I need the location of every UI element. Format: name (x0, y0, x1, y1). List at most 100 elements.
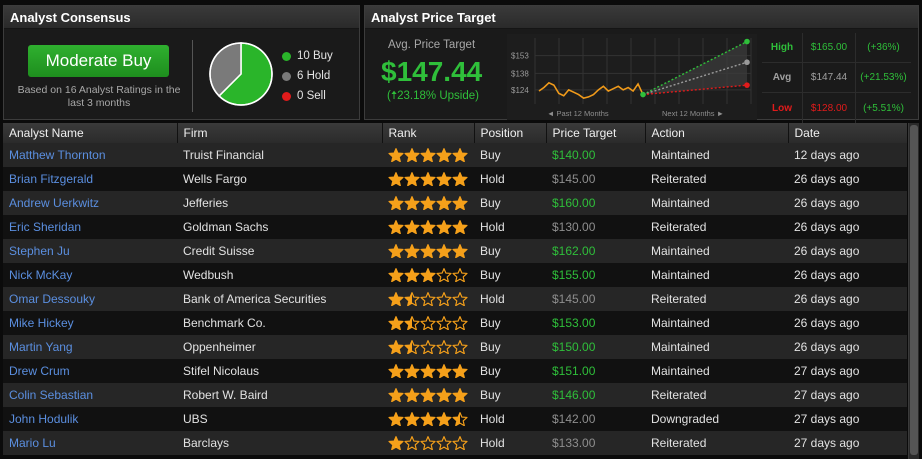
star-rating (388, 239, 474, 263)
star-full-icon (420, 268, 436, 282)
analyst-name-link[interactable]: Colin Sebastian (3, 383, 177, 407)
firm-name: Barclays (183, 436, 230, 450)
analyst-name-link[interactable]: Matthew Thornton (3, 143, 177, 167)
column-header-name[interactable]: Analyst Name (3, 123, 178, 143)
star-full-icon (420, 220, 436, 234)
table-row[interactable]: Matthew Thornton Truist Financial Buy $140.… (3, 143, 907, 167)
table-row[interactable]: Eric Sheridan Goldman Sachs Hold $130.00 Rei… (3, 215, 907, 239)
price-target-row-label: High (770, 42, 794, 53)
analyst-rank-stars (382, 287, 474, 311)
analyst-name-link[interactable]: Omar Dessouky (3, 287, 177, 311)
analyst-name-link[interactable]: Nick McKay (3, 263, 177, 287)
analyst-name-link[interactable]: Brian Fitzgerald (3, 167, 177, 191)
firm-name: Oppenheimer (183, 340, 256, 354)
analyst-name-link[interactable]: Stephen Ju (3, 239, 177, 263)
table-header-row: Analyst Name Firm Rank Position Price Target… (3, 123, 907, 143)
star-full-icon (420, 388, 436, 402)
column-header-action[interactable]: Action (645, 123, 789, 143)
firm-name: Stifel Nicolaus (183, 364, 260, 378)
star-full-icon (436, 244, 452, 258)
table-row[interactable]: Nick McKay Wedbush Buy $155.00 Maintained 26 … (3, 263, 907, 287)
column-header-firm[interactable]: Firm (177, 123, 383, 143)
column-header-position[interactable]: Position (474, 123, 547, 143)
star-half-icon (404, 292, 420, 306)
star-full-icon (404, 364, 420, 378)
position-value: Hold (480, 172, 505, 186)
star-empty-icon (436, 340, 452, 354)
firm-name: UBS (183, 412, 208, 426)
analyst-consensus-panel: Analyst Consensus Moderate Buy Based on … (3, 5, 360, 120)
table-row[interactable]: Martin Yang Oppenheimer Buy $150.00 Maintain… (3, 335, 907, 359)
analyst-name-link[interactable]: Eric Sheridan (3, 215, 177, 239)
column-header-rank[interactable]: Rank (382, 123, 475, 143)
consensus-divider (192, 40, 193, 112)
analyst-name-link[interactable]: Martin Yang (3, 335, 177, 359)
star-rating (388, 383, 474, 407)
consensus-rating-button[interactable]: Moderate Buy (28, 45, 169, 77)
column-header-price-target[interactable]: Price Target (546, 123, 646, 143)
analyst-rank-stars (382, 143, 474, 167)
star-full-icon (452, 148, 468, 162)
table-row[interactable]: John Hodulik UBS Hold $142.00 Downgraded 27 d… (3, 407, 907, 431)
analyst-ratings-table: Analyst Name Firm Rank Position Price Target… (3, 123, 907, 459)
table-row[interactable]: Omar Dessouky Bank of America Securities H… (3, 287, 907, 311)
action-value: Maintained (651, 148, 710, 162)
star-empty-icon (404, 436, 420, 450)
legend-label: 0 Sell (297, 90, 326, 102)
legend-dot-icon (282, 91, 291, 101)
star-full-icon (436, 220, 452, 234)
table-row[interactable]: Stephen Ju Credit Suisse Buy $162.00 Maintai… (3, 239, 907, 263)
analyst-name-link[interactable]: Drew Crum (3, 359, 177, 383)
star-half-icon (404, 340, 420, 354)
date-value: 12 days ago (794, 148, 860, 162)
price-target-value: $150.00 (552, 340, 596, 354)
star-full-icon (420, 244, 436, 258)
chart-next-label: Next 12 Months ► (662, 109, 724, 118)
price-target-value: $146.00 (552, 388, 596, 402)
date-value: 27 days ago (794, 436, 860, 450)
table-row[interactable]: Andrew Uerkwitz Jefferies Buy $160.00 Mainta… (3, 191, 907, 215)
price-target-value: $160.00 (552, 196, 596, 210)
star-empty-icon (436, 268, 452, 282)
star-full-icon (404, 148, 420, 162)
analyst-name-link[interactable]: Andrew Uerkwitz (3, 191, 177, 215)
table-body: Matthew Thornton Truist Financial Buy $140.… (3, 143, 907, 455)
table-row[interactable]: Brian Fitzgerald Wells Fargo Hold $145.00 Re… (3, 167, 907, 191)
firm-name: Bank of America Securities (183, 292, 327, 306)
price-target-row-percent: (+36%) (867, 42, 900, 53)
chart-y-tick-label: $124 (511, 86, 529, 95)
position-value: Buy (480, 364, 501, 378)
table-row[interactable]: Drew Crum Stifel Nicolaus Buy $151.00 Mainta… (3, 359, 907, 383)
table-row[interactable]: Mario Lu Barclays Hold $133.00 Reiterated 27 … (3, 431, 907, 455)
star-full-icon (420, 412, 436, 426)
table-row[interactable]: Mike Hickey Benchmark Co. Buy $153.00 Mainta… (3, 311, 907, 335)
analyst-name-link[interactable]: Mike Hickey (3, 311, 177, 335)
star-full-icon (404, 268, 420, 282)
consensus-pie-chart (209, 42, 273, 106)
action-value: Maintained (651, 316, 710, 330)
price-target-row-avg: Avg $147.44 (+21.53%) (762, 62, 911, 93)
legend-item: 6 Hold (282, 66, 333, 86)
analyst-name-link[interactable]: Mario Lu (3, 431, 177, 455)
star-full-icon (420, 148, 436, 162)
price-target-value: $130.00 (552, 220, 596, 234)
position-value: Buy (480, 388, 501, 402)
star-full-icon (388, 196, 404, 210)
date-value: 26 days ago (794, 220, 860, 234)
price-target-chart: $153 $138 $124 ◄ Past 12 Months Next 12 Mont… (507, 34, 757, 120)
date-value: 26 days ago (794, 268, 860, 282)
star-empty-icon (452, 268, 468, 282)
legend-dot-icon (282, 51, 291, 61)
star-half-icon (452, 412, 468, 426)
column-header-date[interactable]: Date (788, 123, 907, 143)
table-scrollbar[interactable] (908, 123, 919, 459)
chart-y-tick-label: $153 (511, 52, 529, 61)
analyst-rank-stars (382, 215, 474, 239)
scrollbar-thumb[interactable] (910, 125, 918, 455)
star-full-icon (404, 172, 420, 186)
star-full-icon (452, 364, 468, 378)
star-rating (388, 287, 474, 311)
analyst-name-link[interactable]: John Hodulik (3, 407, 177, 431)
star-full-icon (452, 172, 468, 186)
table-row[interactable]: Colin Sebastian Robert W. Baird Buy $146.00… (3, 383, 907, 407)
